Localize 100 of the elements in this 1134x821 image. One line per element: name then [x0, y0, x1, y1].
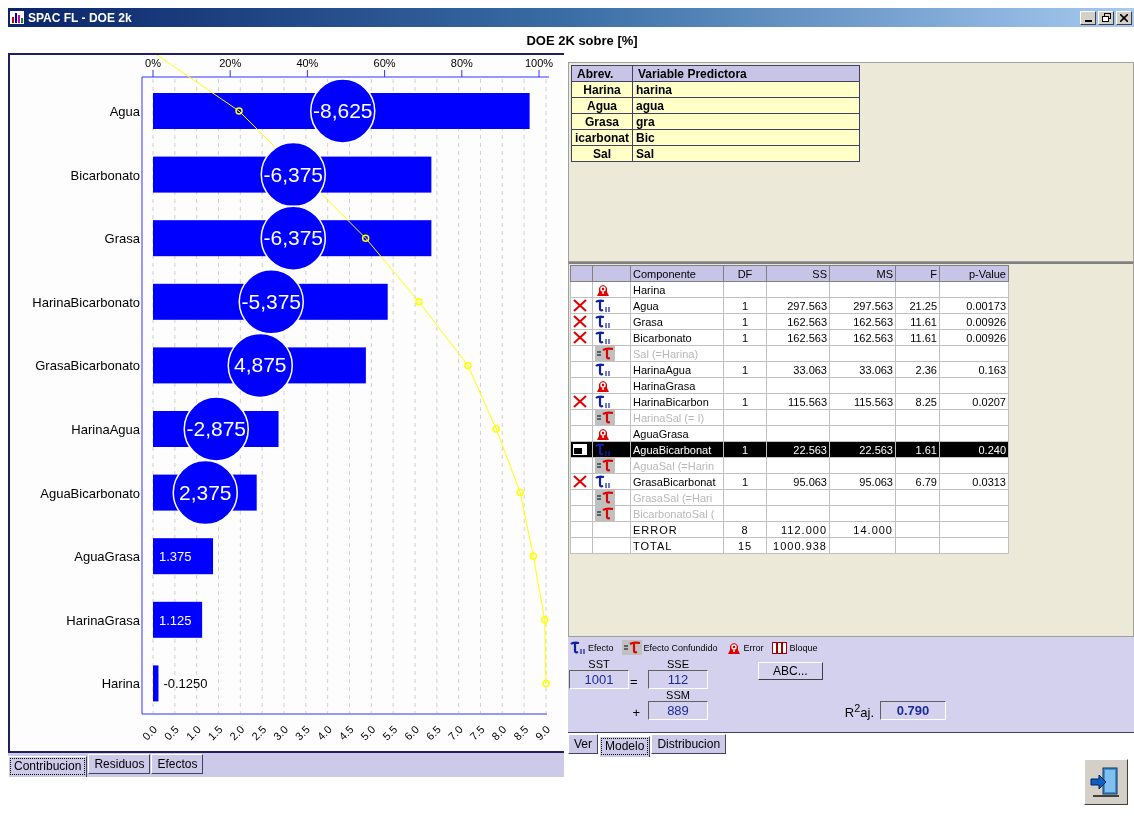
table-cell: GrasaSal (=Hari	[633, 491, 713, 504]
table-cell: 162.563	[853, 315, 893, 328]
axis-label: 0.5	[161, 723, 182, 743]
r2-field: 0.790	[880, 701, 946, 720]
column-header: p-Value	[939, 265, 1009, 282]
column-header: DF	[723, 265, 767, 282]
axis-label: 3.5	[292, 723, 313, 743]
field-label: SSM	[666, 689, 690, 701]
value-label: -0.1250	[163, 676, 208, 692]
axis-label: 7.5	[467, 723, 487, 743]
table-cell: 297.563	[853, 299, 893, 312]
equals-sign: =	[630, 674, 639, 689]
category-label: GrasaBicarbonato	[35, 358, 140, 374]
category-label: AguaBicarbonato	[40, 485, 140, 501]
legend-label: Bloque	[789, 642, 818, 653]
value-label: -5,375	[241, 289, 301, 313]
value-label: -2,875	[186, 417, 246, 440]
table-cell: 1	[741, 331, 749, 344]
table-cell: 162.563	[787, 315, 827, 328]
axis-label: 0%	[145, 57, 161, 69]
table-cell: 115.563	[788, 395, 827, 408]
table-cell: Sal (=Harina)	[633, 347, 699, 360]
table-cell: 162.563	[853, 331, 893, 344]
sst-field: 1001	[569, 670, 629, 689]
legend-label: Error	[743, 642, 764, 653]
r2-label: R$^{2}$aj.	[844, 701, 875, 720]
table-cell: 95.063	[859, 475, 893, 488]
table-cell: Agua	[633, 299, 659, 312]
value-label: -6,375	[263, 226, 323, 250]
axis-label: 4.5	[336, 723, 356, 743]
table-cell: 0.240	[978, 443, 1006, 456]
table-cell: 162.563	[787, 331, 827, 344]
axis-label: 8.0	[489, 723, 509, 743]
table-cell: 2.36	[915, 363, 937, 376]
category-label: Bicarbonato	[70, 167, 140, 183]
axis-label: 40%	[296, 57, 319, 69]
table-cell: 95.063	[793, 475, 827, 488]
table-cell: BicarbonatoSal (	[633, 507, 715, 520]
table-cell: GrasaBicarbonat	[633, 475, 716, 488]
table-cell: ERROR	[633, 523, 678, 536]
table-cell: 0.0207	[972, 395, 1006, 408]
column-header: Abrev.	[571, 65, 633, 82]
table-cell: 0.00926	[966, 331, 1006, 344]
value-label: 2,375	[178, 480, 232, 504]
field-label: SST	[588, 658, 610, 670]
table-cell: 0.0313	[972, 475, 1006, 488]
table-cell: Harina	[633, 283, 666, 296]
table-cell: 1.61	[915, 443, 937, 456]
table-cell: 0.00926	[966, 315, 1006, 328]
value-label: -8,625	[313, 99, 373, 122]
axis-label: 7.0	[445, 723, 465, 743]
chart-heading: DOE 2K sobre [%]	[526, 32, 638, 48]
value-label: 4,875	[233, 353, 287, 377]
axis-label: 80%	[450, 57, 473, 69]
table-cell: 8	[741, 523, 749, 536]
table-cell: 33.063	[793, 363, 827, 376]
category-label: AguaGrasa	[74, 549, 140, 565]
column-header: Componente	[630, 265, 724, 282]
axis-label: 2.0	[227, 723, 247, 743]
table-cell: 21.25	[909, 299, 937, 312]
table-cell: HarinaGrasa	[633, 379, 696, 392]
category-label: HarinaGrasa	[66, 612, 140, 628]
category-label: HarinaBicarbonato	[32, 294, 140, 310]
table-cell: 22.563	[793, 443, 827, 456]
table-cell: 1000.938	[773, 539, 827, 552]
legend-label: Efecto Confundido	[643, 642, 718, 653]
axis-label: 60%	[373, 57, 396, 69]
table-cell: AguaBicarbonat	[633, 443, 712, 456]
table-cell: 0.163	[978, 363, 1006, 376]
table-cell: 1	[741, 443, 749, 456]
table-cell: 112.000	[781, 523, 827, 536]
axis-label: 1.0	[183, 723, 203, 743]
table-cell: 8.25	[915, 395, 937, 408]
axis-label: 5.5	[380, 723, 400, 743]
table-cell: 1	[741, 299, 749, 312]
axis-label: 1.5	[205, 723, 225, 743]
category-label: Harina	[101, 676, 140, 692]
table-cell: Grasa	[633, 315, 663, 328]
table-cell: HarinaSal (= I)	[633, 411, 705, 424]
category-label: HarinaAgua	[71, 422, 140, 437]
table-cell: 11.61	[910, 315, 937, 328]
table-cell: 297.563	[787, 299, 827, 312]
table-cell: 14.000	[853, 523, 893, 536]
table-cell: Bicarbonato	[633, 331, 692, 344]
table-cell: 6.79	[915, 475, 937, 488]
value-label: 1.375	[159, 549, 192, 565]
table-cell: 33.063	[859, 363, 893, 376]
table-cell: HarinaBicarbon	[633, 395, 709, 408]
value-label: 1.125	[159, 612, 192, 628]
table-cell: 115.563	[854, 395, 893, 408]
table-cell: 1	[741, 395, 749, 408]
table-cell: 15	[737, 539, 753, 552]
category-label: Agua	[109, 104, 140, 119]
plus-sign: +	[631, 705, 640, 720]
table-cell: 22.563	[859, 443, 893, 456]
axis-label: 2.5	[249, 723, 269, 743]
axis-label: 9.0	[532, 723, 553, 743]
axis-label: 4.0	[314, 723, 334, 743]
table-cell: 0.00173	[966, 299, 1006, 312]
field-label: SSE	[667, 658, 689, 670]
